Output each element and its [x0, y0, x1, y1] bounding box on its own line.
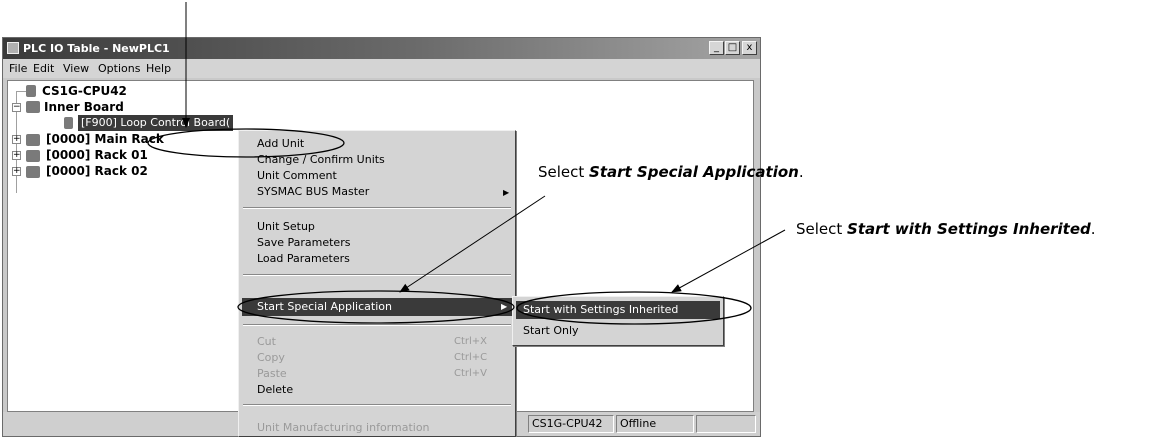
- pointer-arrow: [671, 229, 786, 293]
- highlight-ellipse: [516, 291, 752, 325]
- highlight-ellipse: [147, 128, 345, 158]
- callout-1-prefix: Select: [538, 163, 590, 181]
- callout-2-suffix: .: [1090, 220, 1096, 238]
- annotation-overlay: [147, 2, 786, 325]
- highlight-ellipse: [237, 290, 515, 324]
- callout-start-with-settings-inherited: Select Start with Settings Inherited.: [796, 220, 1096, 238]
- callout-1-suffix: .: [798, 163, 804, 181]
- callout-2-bold: Start with Settings Inherited: [847, 220, 1091, 238]
- callout-2-prefix: Select: [796, 220, 848, 238]
- pointer-arrow: [399, 195, 546, 293]
- callout-start-special-application: Select Start Special Application.: [538, 163, 804, 181]
- callout-1-bold: Start Special Application: [589, 163, 799, 181]
